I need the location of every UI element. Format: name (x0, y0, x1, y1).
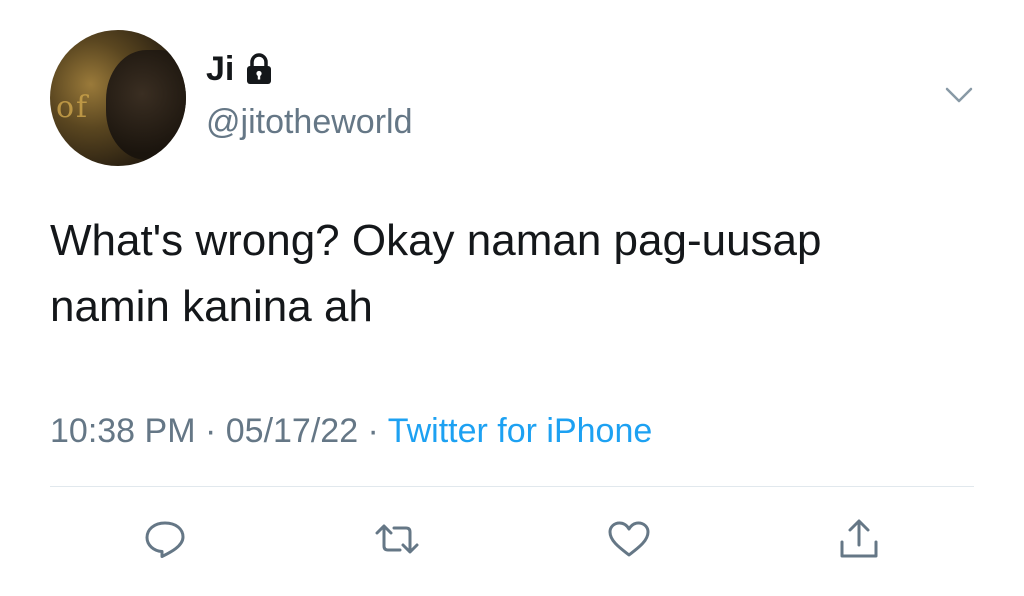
tweet-card: of Ji @jitotheworld What's wrong? Okay n… (0, 0, 1024, 596)
tweet-text: What's wrong? Okay naman pag-uusap namin… (50, 216, 822, 331)
retweet-icon (372, 519, 422, 559)
like-button[interactable] (604, 516, 654, 562)
tweet-date[interactable]: 05/17/22 (226, 412, 358, 450)
meta-separator: · (358, 412, 388, 450)
tweet-meta: 10:38 PM · 05/17/22 · Twitter for iPhone (50, 412, 652, 451)
avatar-neon-sign: of (56, 90, 90, 125)
reply-icon (143, 519, 187, 559)
tweet-time[interactable]: 10:38 PM (50, 412, 196, 450)
share-icon (837, 518, 881, 560)
user-handle[interactable]: @jitotheworld (206, 102, 413, 143)
chevron-down-icon[interactable] (944, 84, 974, 106)
name-row: Ji (206, 52, 274, 86)
avatar[interactable]: of (50, 30, 186, 166)
divider (50, 486, 974, 487)
share-button[interactable] (834, 516, 884, 562)
display-name[interactable]: Ji (206, 52, 234, 86)
heart-icon (606, 519, 652, 559)
retweet-button[interactable] (372, 516, 422, 562)
reply-button[interactable] (140, 516, 190, 562)
meta-separator: · (195, 412, 226, 450)
tweet-source[interactable]: Twitter for iPhone (388, 412, 653, 450)
lock-icon (244, 52, 274, 86)
avatar-figure (106, 50, 186, 160)
